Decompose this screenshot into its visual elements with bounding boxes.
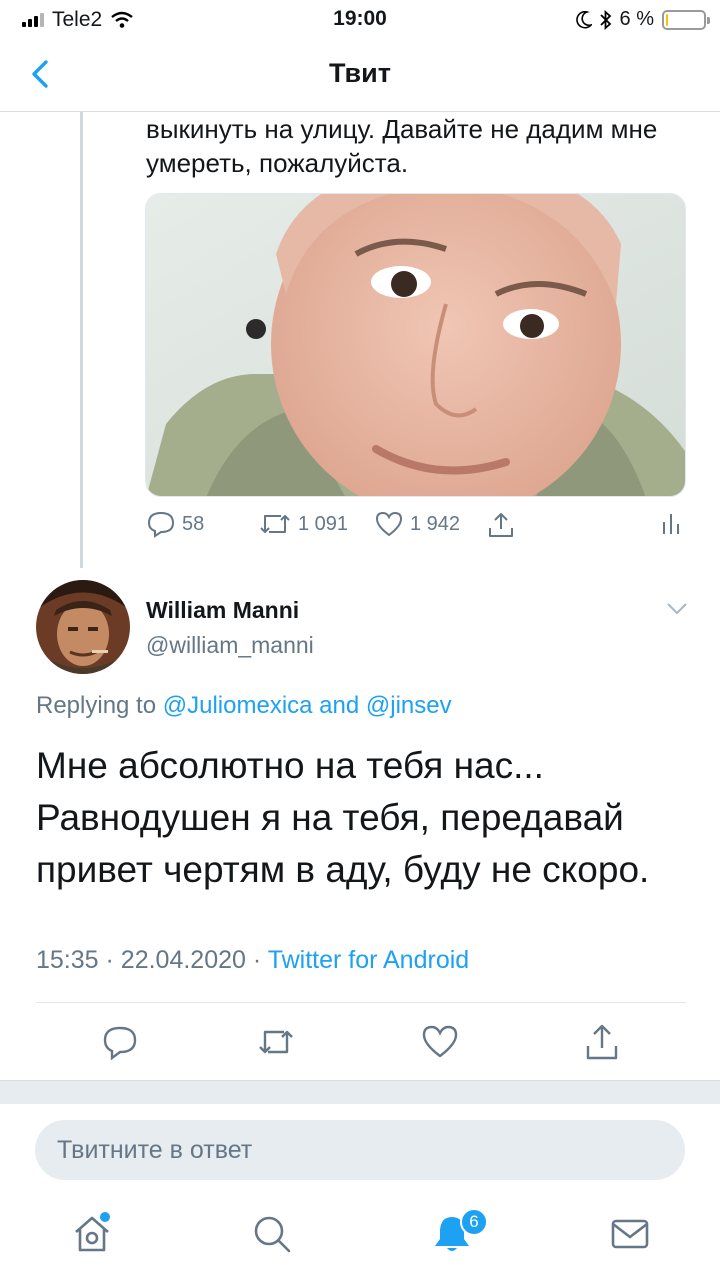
tweet-actions — [36, 1018, 686, 1068]
replying-prefix: Replying to — [36, 692, 157, 719]
bluetooth-icon — [599, 9, 611, 30]
heart-icon — [375, 511, 403, 537]
meta-separator: · — [105, 946, 114, 974]
previous-tweet-text: выкинуть на улицу. Давайте не дадим мне … — [146, 114, 658, 178]
author-handle[interactable]: @william_manni — [146, 632, 314, 659]
avatar[interactable] — [36, 580, 130, 674]
tweet-meta: 15:35 · 22.04.2020 · Twitter for Android — [36, 946, 469, 975]
prev-analytics-button[interactable] — [660, 510, 682, 536]
nav-bar: Твит — [0, 40, 720, 112]
status-bar: Tele2 19:00 6 % — [0, 0, 720, 40]
reply-input-placeholder: Твитните в ответ — [57, 1136, 253, 1164]
replying-to: Replying to @Juliomexica and @jinsev — [36, 692, 452, 720]
author-name[interactable]: William Manni — [146, 597, 299, 624]
retweet-icon — [260, 515, 290, 533]
tweet-text: Мне абсолютно на тебя нас... Равнодушен … — [36, 745, 650, 890]
heart-icon[interactable] — [420, 1022, 460, 1062]
search-icon[interactable] — [250, 1212, 294, 1256]
prev-retweet-button[interactable]: 1 091 — [258, 510, 348, 538]
retweet-icon[interactable] — [256, 1022, 296, 1062]
tweet-time: 15:35 — [36, 946, 99, 974]
mail-icon[interactable] — [608, 1212, 652, 1256]
battery-percent: 6 % — [619, 8, 654, 30]
share-icon — [489, 513, 513, 537]
previous-tweet-actions: 58 1 091 1 942 — [146, 510, 686, 546]
replying-and[interactable]: and — [319, 692, 359, 719]
moon-icon — [575, 10, 592, 29]
tweet-date: 22.04.2020 — [120, 946, 246, 974]
prev-like-count: 1 942 — [410, 512, 461, 535]
prev-share-button[interactable] — [486, 510, 516, 540]
divider — [36, 1002, 686, 1003]
notifications-badge: 6 — [460, 1208, 488, 1236]
tweet-photo[interactable] — [145, 193, 686, 497]
prev-retweet-count: 1 091 — [298, 512, 349, 535]
chevron-down-icon[interactable] — [664, 598, 690, 618]
mention-link-2[interactable]: @jinsev — [366, 692, 452, 719]
bottom-tab-bar — [0, 1196, 720, 1280]
photo-illustration — [146, 194, 685, 496]
new-content-dot — [100, 1212, 110, 1222]
page-title: Твит — [329, 58, 391, 88]
analytics-icon — [663, 514, 679, 534]
reply-icon — [147, 511, 175, 538]
prev-reply-count: 58 — [182, 512, 205, 535]
tweet-source-link[interactable]: Twitter for Android — [268, 946, 469, 974]
meta-separator: · — [252, 946, 262, 974]
battery-icon — [662, 9, 710, 30]
avatar-illustration — [36, 580, 130, 674]
section-separator — [0, 1080, 720, 1104]
prev-reply-button[interactable]: 58 — [146, 510, 204, 538]
reply-input[interactable]: Твитните в ответ — [35, 1120, 685, 1180]
status-right: 6 % — [575, 8, 710, 31]
mention-link-1[interactable]: @Juliomexica — [163, 692, 313, 719]
prev-like-button[interactable]: 1 942 — [374, 510, 460, 538]
share-icon[interactable] — [582, 1022, 622, 1062]
thread-line — [80, 112, 83, 568]
reply-icon[interactable] — [100, 1022, 140, 1062]
